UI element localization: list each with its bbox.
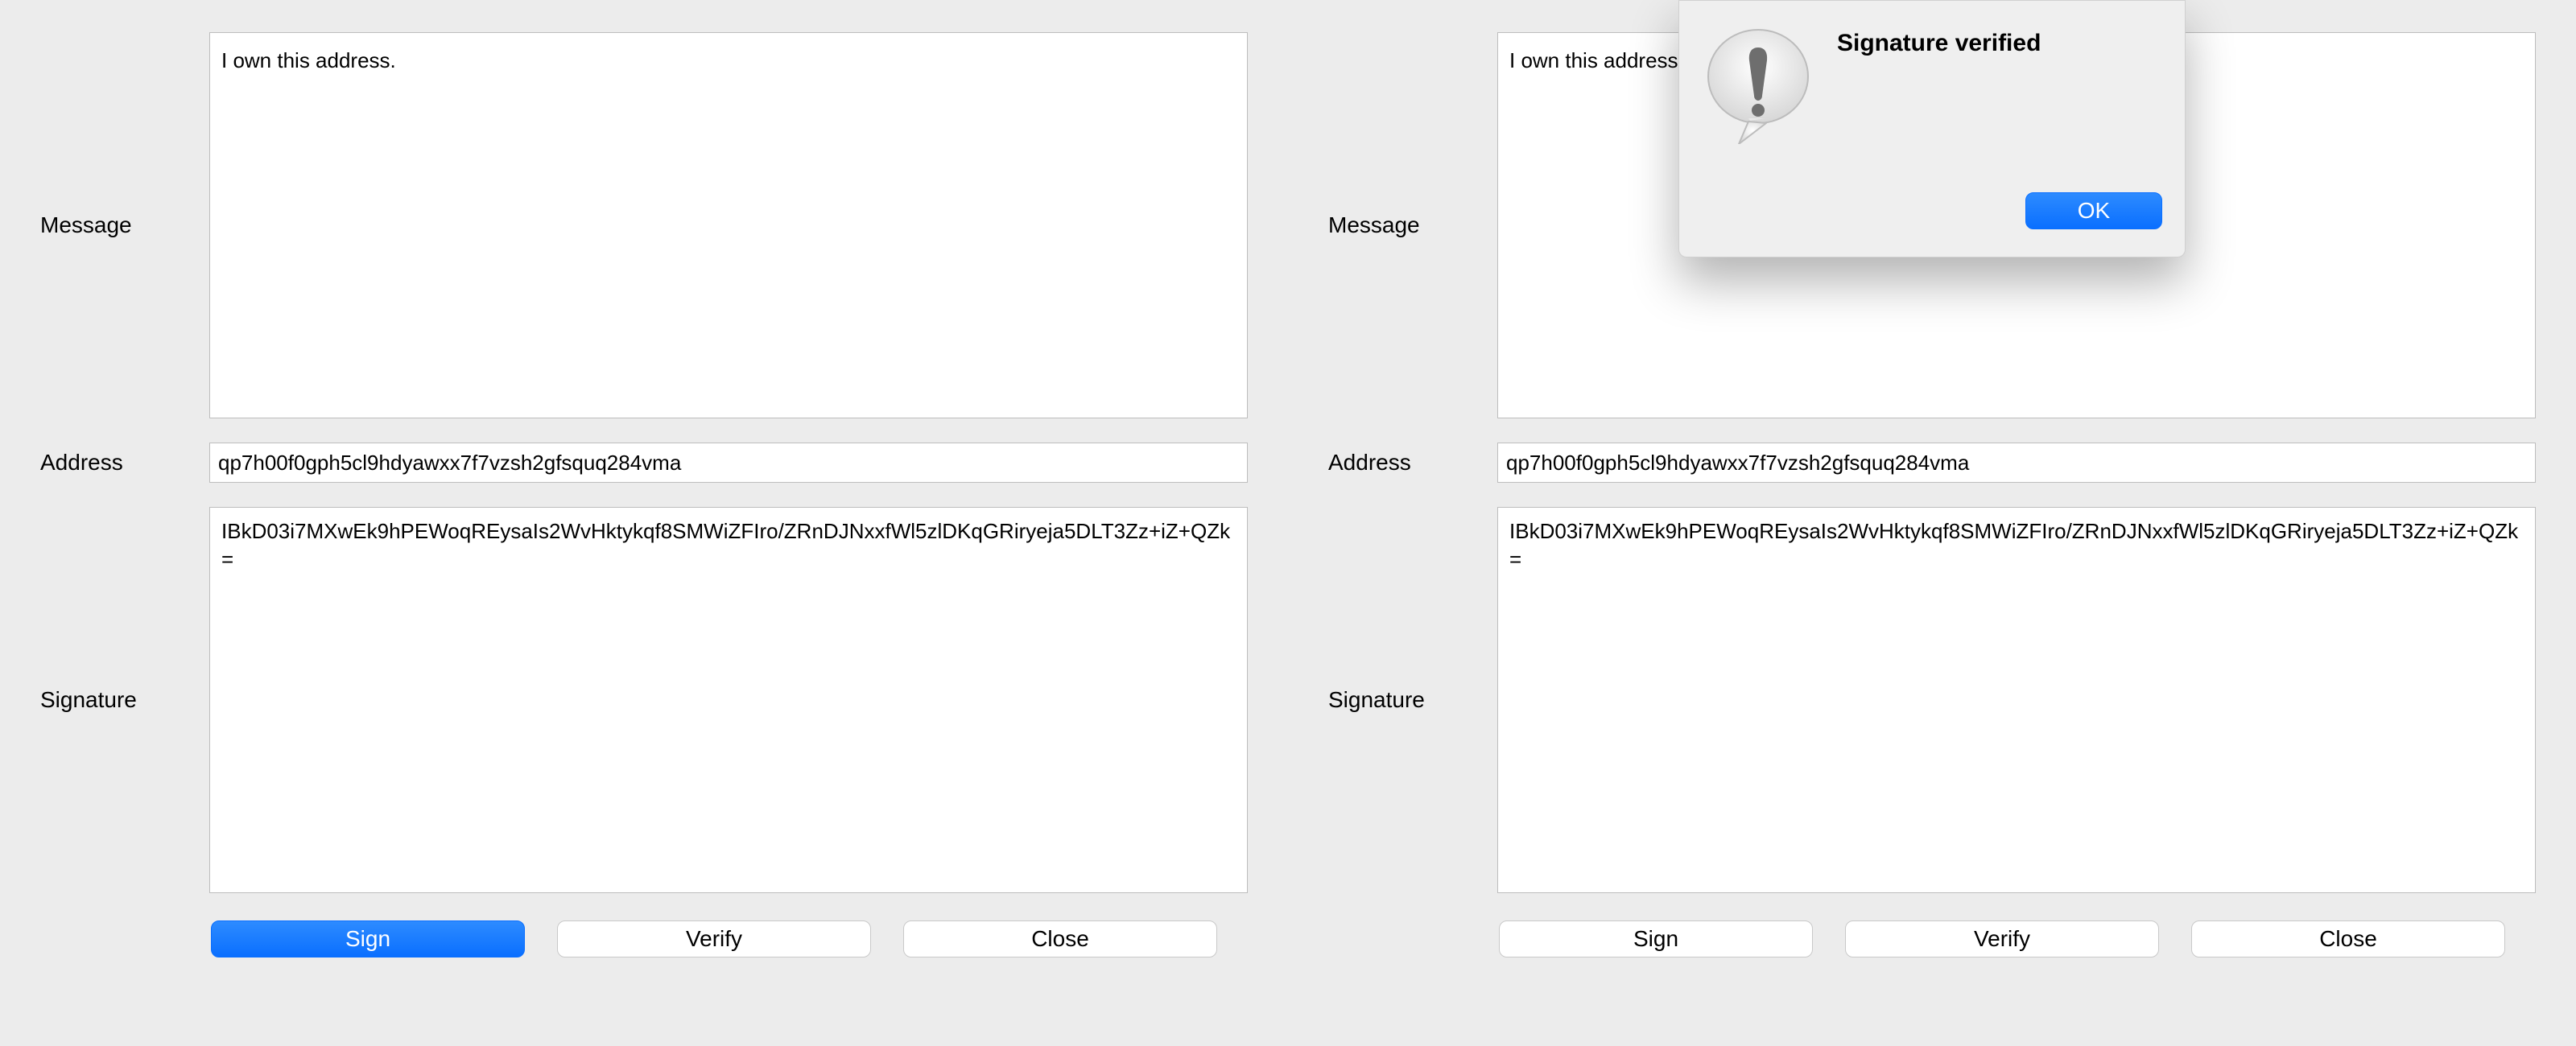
message-label: Message	[1328, 212, 1473, 238]
exclamation-icon	[1702, 23, 1814, 144]
message-textarea[interactable]	[209, 32, 1248, 418]
sign-verify-panel-left: Message Address Signature Sign Verify Cl…	[0, 0, 1288, 1046]
address-label: Address	[40, 450, 185, 476]
verify-button[interactable]: Verify	[1845, 920, 2159, 957]
signature-label: Signature	[1328, 687, 1473, 713]
sign-button[interactable]: Sign	[211, 920, 525, 957]
ok-button[interactable]: OK	[2025, 192, 2162, 229]
close-button[interactable]: Close	[2191, 920, 2505, 957]
sign-verify-panel-right: Message Address Signature Sign Verify Cl…	[1288, 0, 2576, 1046]
signature-label: Signature	[40, 687, 185, 713]
address-label: Address	[1328, 450, 1473, 476]
sign-button[interactable]: Sign	[1499, 920, 1813, 957]
signature-textarea[interactable]	[209, 507, 1248, 893]
address-input[interactable]	[1497, 443, 2536, 483]
signature-textarea[interactable]	[1497, 507, 2536, 893]
dialog-title: Signature verified	[1837, 30, 2041, 57]
verify-button[interactable]: Verify	[557, 920, 871, 957]
address-input[interactable]	[209, 443, 1248, 483]
signature-verified-dialog: Signature verified OK	[1678, 0, 2186, 257]
close-button[interactable]: Close	[903, 920, 1217, 957]
message-label: Message	[40, 212, 185, 238]
